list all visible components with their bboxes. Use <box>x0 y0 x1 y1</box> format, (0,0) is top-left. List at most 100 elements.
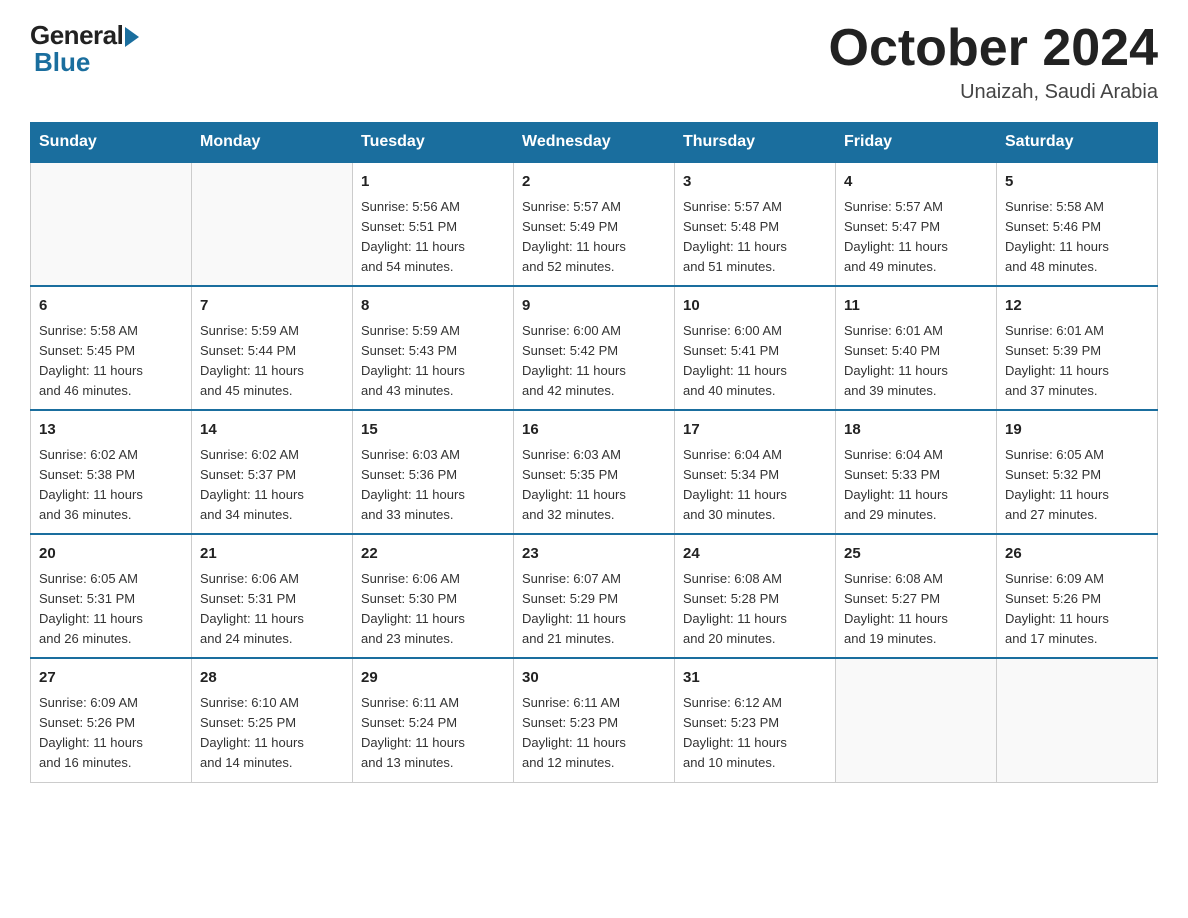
day-info: Sunrise: 6:00 AMSunset: 5:41 PMDaylight:… <box>683 321 827 402</box>
calendar-cell: 9 Sunrise: 6:00 AMSunset: 5:42 PMDaylight… <box>514 286 675 410</box>
day-number: 22 <box>361 543 505 566</box>
day-info: Sunrise: 5:58 AMSunset: 5:46 PMDaylight:… <box>1005 197 1149 278</box>
calendar-cell: 6Sunrise: 5:58 AMSunset: 5:45 PMDaylight… <box>31 286 192 410</box>
calendar-cell <box>836 658 997 782</box>
day-info: Sunrise: 6:07 AMSunset: 5:29 PMDaylight:… <box>522 569 666 650</box>
day-number: 28 <box>200 667 344 690</box>
day-info: Sunrise: 5:57 AMSunset: 5:47 PMDaylight:… <box>844 197 988 278</box>
calendar-table: SundayMondayTuesdayWednesdayThursdayFrid… <box>30 122 1158 782</box>
day-info: Sunrise: 6:03 AMSunset: 5:36 PMDaylight:… <box>361 445 505 526</box>
day-info: Sunrise: 6:09 AMSunset: 5:26 PMDaylight:… <box>1005 569 1149 650</box>
calendar-cell: 30 Sunrise: 6:11 AMSunset: 5:23 PMDayligh… <box>514 658 675 782</box>
day-number: 29 <box>361 667 505 690</box>
column-header-tuesday: Tuesday <box>353 123 514 163</box>
calendar-week-5: 27Sunrise: 6:09 AMSunset: 5:26 PMDayligh… <box>31 658 1158 782</box>
logo-arrow-icon <box>125 27 139 47</box>
day-info: Sunrise: 6:00 AMSunset: 5:42 PMDaylight:… <box>522 321 666 402</box>
column-header-thursday: Thursday <box>675 123 836 163</box>
day-number: 4 <box>844 171 988 194</box>
calendar-cell: 2 Sunrise: 5:57 AMSunset: 5:49 PMDaylight… <box>514 162 675 286</box>
calendar-week-3: 13 Sunrise: 6:02 AMSunset: 5:38 PMDayligh… <box>31 410 1158 534</box>
day-number: 16 <box>522 419 666 442</box>
day-info: Sunrise: 6:05 AMSunset: 5:32 PMDaylight:… <box>1005 445 1149 526</box>
day-info: Sunrise: 6:08 AMSunset: 5:28 PMDaylight:… <box>683 569 827 650</box>
calendar-week-2: 6Sunrise: 5:58 AMSunset: 5:45 PMDaylight… <box>31 286 1158 410</box>
day-number: 26 <box>1005 543 1149 566</box>
day-number: 5 <box>1005 171 1149 194</box>
calendar-cell: 22Sunrise: 6:06 AMSunset: 5:30 PMDayligh… <box>353 534 514 658</box>
day-info: Sunrise: 6:01 AMSunset: 5:39 PMDaylight:… <box>1005 321 1149 402</box>
day-number: 9 <box>522 295 666 318</box>
day-number: 17 <box>683 419 827 442</box>
day-number: 10 <box>683 295 827 318</box>
calendar-cell: 4 Sunrise: 5:57 AMSunset: 5:47 PMDaylight… <box>836 162 997 286</box>
day-info: Sunrise: 6:06 AMSunset: 5:31 PMDaylight:… <box>200 569 344 650</box>
day-number: 3 <box>683 171 827 194</box>
calendar-cell: 3 Sunrise: 5:57 AMSunset: 5:48 PMDaylight… <box>675 162 836 286</box>
calendar-cell: 21 Sunrise: 6:06 AMSunset: 5:31 PMDayligh… <box>192 534 353 658</box>
day-info: Sunrise: 6:09 AMSunset: 5:26 PMDaylight:… <box>39 693 183 774</box>
month-title: October 2024 <box>829 20 1159 77</box>
calendar-cell: 10 Sunrise: 6:00 AMSunset: 5:41 PMDayligh… <box>675 286 836 410</box>
day-info: Sunrise: 6:05 AMSunset: 5:31 PMDaylight:… <box>39 569 183 650</box>
column-header-monday: Monday <box>192 123 353 163</box>
day-number: 7 <box>200 295 344 318</box>
day-number: 15 <box>361 419 505 442</box>
column-header-wednesday: Wednesday <box>514 123 675 163</box>
day-number: 11 <box>844 295 988 318</box>
day-info: Sunrise: 6:10 AMSunset: 5:25 PMDaylight:… <box>200 693 344 774</box>
day-info: Sunrise: 5:59 AMSunset: 5:44 PMDaylight:… <box>200 321 344 402</box>
calendar-cell: 15 Sunrise: 6:03 AMSunset: 5:36 PMDayligh… <box>353 410 514 534</box>
day-info: Sunrise: 5:57 AMSunset: 5:48 PMDaylight:… <box>683 197 827 278</box>
day-info: Sunrise: 6:11 AMSunset: 5:24 PMDaylight:… <box>361 693 505 774</box>
calendar-cell: 24 Sunrise: 6:08 AMSunset: 5:28 PMDayligh… <box>675 534 836 658</box>
day-number: 25 <box>844 543 988 566</box>
day-number: 20 <box>39 543 183 566</box>
column-header-sunday: Sunday <box>31 123 192 163</box>
calendar-cell: 7 Sunrise: 5:59 AMSunset: 5:44 PMDaylight… <box>192 286 353 410</box>
day-number: 18 <box>844 419 988 442</box>
calendar-cell: 5 Sunrise: 5:58 AMSunset: 5:46 PMDaylight… <box>997 162 1158 286</box>
day-number: 2 <box>522 171 666 194</box>
day-info: Sunrise: 6:11 AMSunset: 5:23 PMDaylight:… <box>522 693 666 774</box>
day-info: Sunrise: 5:57 AMSunset: 5:49 PMDaylight:… <box>522 197 666 278</box>
day-number: 30 <box>522 667 666 690</box>
calendar-cell: 25Sunrise: 6:08 AMSunset: 5:27 PMDayligh… <box>836 534 997 658</box>
day-info: Sunrise: 6:12 AMSunset: 5:23 PMDaylight:… <box>683 693 827 774</box>
calendar-cell: 14Sunrise: 6:02 AMSunset: 5:37 PMDayligh… <box>192 410 353 534</box>
calendar-cell: 28 Sunrise: 6:10 AMSunset: 5:25 PMDayligh… <box>192 658 353 782</box>
calendar-cell: 29 Sunrise: 6:11 AMSunset: 5:24 PMDayligh… <box>353 658 514 782</box>
day-number: 19 <box>1005 419 1149 442</box>
page-header: General Blue October 2024 Unaizah, Saudi… <box>30 20 1158 104</box>
day-info: Sunrise: 6:04 AMSunset: 5:34 PMDaylight:… <box>683 445 827 526</box>
calendar-cell: 18Sunrise: 6:04 AMSunset: 5:33 PMDayligh… <box>836 410 997 534</box>
day-number: 13 <box>39 419 183 442</box>
day-number: 23 <box>522 543 666 566</box>
day-number: 21 <box>200 543 344 566</box>
day-info: Sunrise: 5:59 AMSunset: 5:43 PMDaylight:… <box>361 321 505 402</box>
calendar-cell: 17 Sunrise: 6:04 AMSunset: 5:34 PMDayligh… <box>675 410 836 534</box>
calendar-cell: 23 Sunrise: 6:07 AMSunset: 5:29 PMDayligh… <box>514 534 675 658</box>
day-number: 8 <box>361 295 505 318</box>
column-header-friday: Friday <box>836 123 997 163</box>
day-info: Sunrise: 6:02 AMSunset: 5:38 PMDaylight:… <box>39 445 183 526</box>
calendar-cell <box>31 162 192 286</box>
calendar-cell: 20 Sunrise: 6:05 AMSunset: 5:31 PMDayligh… <box>31 534 192 658</box>
calendar-cell: 31 Sunrise: 6:12 AMSunset: 5:23 PMDayligh… <box>675 658 836 782</box>
calendar-week-1: 1Sunrise: 5:56 AMSunset: 5:51 PMDaylight… <box>31 162 1158 286</box>
day-number: 24 <box>683 543 827 566</box>
title-block: October 2024 Unaizah, Saudi Arabia <box>829 20 1159 104</box>
location-subtitle: Unaizah, Saudi Arabia <box>829 81 1159 104</box>
column-header-saturday: Saturday <box>997 123 1158 163</box>
day-number: 1 <box>361 171 505 194</box>
day-info: Sunrise: 6:01 AMSunset: 5:40 PMDaylight:… <box>844 321 988 402</box>
calendar-cell <box>192 162 353 286</box>
logo-blue-text: Blue <box>34 47 90 78</box>
day-number: 31 <box>683 667 827 690</box>
calendar-cell: 1Sunrise: 5:56 AMSunset: 5:51 PMDaylight… <box>353 162 514 286</box>
calendar-header-row: SundayMondayTuesdayWednesdayThursdayFrid… <box>31 123 1158 163</box>
day-number: 14 <box>200 419 344 442</box>
logo: General Blue <box>30 20 139 78</box>
day-info: Sunrise: 6:03 AMSunset: 5:35 PMDaylight:… <box>522 445 666 526</box>
day-number: 6 <box>39 295 183 318</box>
